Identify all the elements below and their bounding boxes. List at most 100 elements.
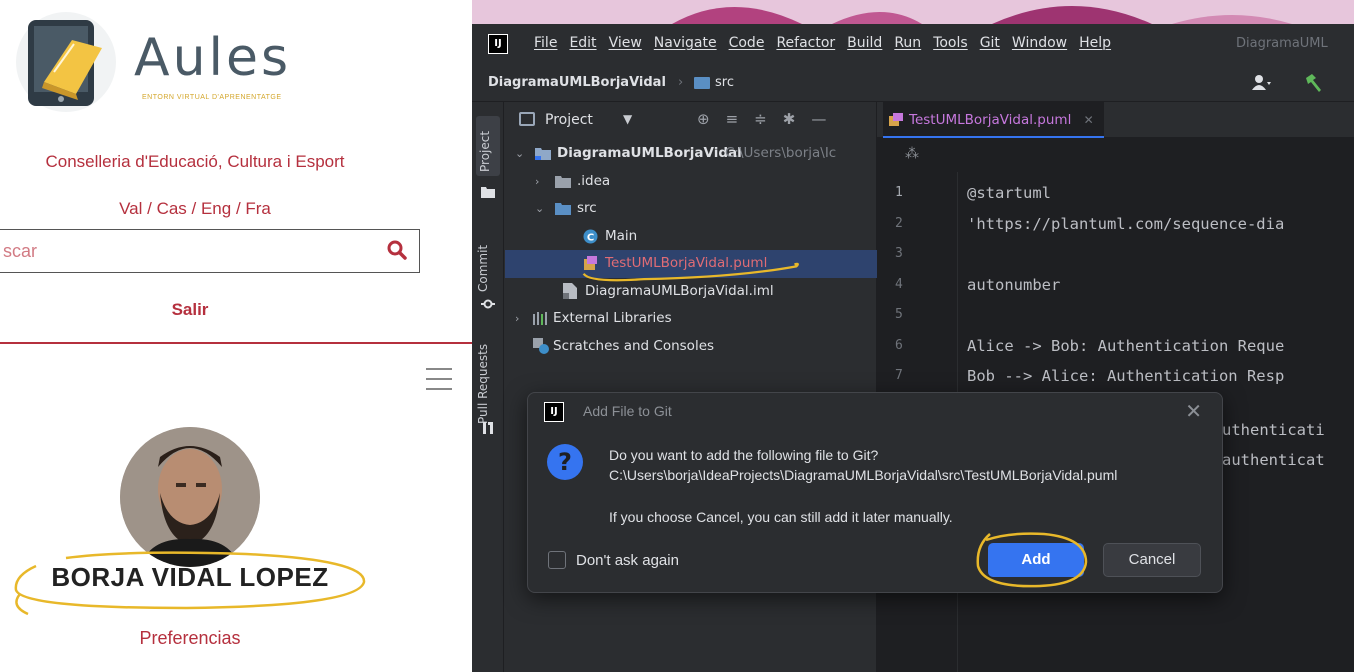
user-photo bbox=[120, 427, 260, 567]
aules-page: Aules ENTORN VIRTUAL D'APRENENTATGE Cons… bbox=[0, 0, 472, 672]
svg-text:C: C bbox=[587, 232, 594, 243]
editor-tab-bar: TestUMLBorjaVidal.puml ✕ bbox=[877, 102, 1354, 138]
tree-label-idea: .idea bbox=[577, 172, 611, 189]
tree-label-scratches: Scratches and Consoles bbox=[553, 337, 715, 354]
intellij-logo-icon: IJ bbox=[544, 402, 564, 422]
window-title: DiagramaUML bbox=[1236, 36, 1328, 51]
tree-item-src[interactable]: ⌄ src bbox=[505, 195, 877, 223]
line-number: 1 bbox=[895, 185, 903, 200]
menu-refactor[interactable]: Refactor bbox=[776, 35, 835, 51]
add-file-to-git-dialog: IJ Add File to Git ✕ ? Do you want to ad… bbox=[527, 392, 1223, 593]
cancel-button[interactable]: Cancel bbox=[1103, 543, 1201, 577]
menu-edit[interactable]: Edit bbox=[569, 35, 596, 51]
breadcrumb-folder[interactable]: src bbox=[715, 75, 734, 90]
search-icon[interactable] bbox=[387, 240, 407, 260]
language-selector[interactable]: Val / Cas / Eng / Fra bbox=[0, 199, 390, 219]
add-button[interactable]: Add bbox=[988, 543, 1084, 577]
menu-tools[interactable]: Tools bbox=[933, 35, 968, 51]
tree-item-main[interactable]: C Main bbox=[505, 223, 877, 251]
search-box bbox=[0, 229, 420, 273]
menu-window[interactable]: Window bbox=[1012, 35, 1067, 51]
tree-root-path: C:\Users\borja\Ic bbox=[725, 145, 837, 161]
code-overflow: uthenticati authenticat bbox=[1222, 415, 1325, 475]
gear-icon[interactable]: ✱ bbox=[783, 110, 796, 128]
java-class-icon: C bbox=[583, 229, 598, 243]
project-panel-header: Project ▼ ⊕ ≡ ≑ ✱ — bbox=[505, 102, 877, 138]
locate-icon[interactable]: ⊕ bbox=[697, 110, 710, 128]
minimize-icon[interactable]: — bbox=[811, 110, 826, 128]
chevron-right-icon[interactable]: › bbox=[515, 305, 519, 332]
divider bbox=[0, 342, 472, 344]
panel-title[interactable]: Project bbox=[545, 112, 593, 128]
dialog-file-path: C:\Users\borja\IdeaProjects\DiagramaUMLB… bbox=[609, 467, 1118, 483]
tree-label-iml: DiagramaUMLBorjaVidal.iml bbox=[585, 282, 774, 299]
user-name: BORJA VIDAL LOPEZ bbox=[51, 562, 329, 592]
dont-ask-again-checkbox[interactable] bbox=[548, 551, 566, 569]
close-icon[interactable]: ✕ bbox=[1084, 113, 1094, 127]
book-tablet-logo-icon bbox=[16, 12, 116, 112]
breadcrumb-project[interactable]: DiagramaUMLBorjaVidal bbox=[488, 75, 666, 90]
breadcrumb: DiagramaUMLBorjaVidal › src bbox=[472, 64, 1354, 102]
dont-ask-again-label[interactable]: Don't ask again bbox=[576, 552, 679, 569]
scratches-icon bbox=[533, 337, 549, 354]
line-number: 5 bbox=[895, 307, 903, 322]
tool-window-strip: Project Commit Pull Requests bbox=[472, 102, 504, 672]
desktop-background bbox=[472, 0, 1354, 24]
editor-tab-puml[interactable]: TestUMLBorjaVidal.puml ✕ bbox=[883, 102, 1104, 138]
intellij-logo-icon[interactable]: IJ bbox=[488, 34, 508, 54]
user-dropdown-icon[interactable] bbox=[1252, 74, 1272, 92]
close-icon[interactable]: ✕ bbox=[1185, 399, 1202, 424]
logout-link[interactable]: Salir bbox=[0, 300, 380, 320]
commit-icon bbox=[481, 299, 495, 309]
code-line: 'https://plantuml.com/sequence-dia bbox=[967, 214, 1285, 233]
menu-help[interactable]: Help bbox=[1079, 35, 1111, 51]
menu-run[interactable]: Run bbox=[894, 35, 921, 51]
folder-icon bbox=[481, 187, 495, 198]
module-file-icon bbox=[563, 282, 577, 299]
line-number-gutter: 1 2 3 4 5 6 7 bbox=[877, 178, 953, 392]
aules-logo[interactable]: Aules ENTORN VIRTUAL D'APRENENTATGE bbox=[14, 10, 334, 114]
plantuml-file-icon bbox=[889, 113, 903, 126]
menu-code[interactable]: Code bbox=[729, 35, 765, 51]
preferences-link[interactable]: Preferencias bbox=[0, 628, 380, 649]
menu-view[interactable]: View bbox=[609, 35, 642, 51]
tree-item-scratches[interactable]: Scratches and Consoles bbox=[505, 333, 877, 361]
dialog-title: Add File to Git bbox=[583, 403, 672, 419]
expand-all-icon[interactable]: ≡ bbox=[726, 110, 739, 128]
tab-commit[interactable]: Commit bbox=[476, 212, 500, 292]
tree-item-iml[interactable]: DiagramaUMLBorjaVidal.iml bbox=[505, 278, 877, 306]
collapse-all-icon[interactable]: ≑ bbox=[754, 110, 767, 128]
chevron-down-icon[interactable]: ⌄ bbox=[535, 195, 544, 222]
tree-item-puml[interactable]: TestUMLBorjaVidal.puml bbox=[505, 250, 877, 278]
conselleria-link[interactable]: Conselleria d'Educació, Cultura i Esport bbox=[0, 152, 390, 172]
menu-build[interactable]: Build bbox=[847, 35, 882, 51]
project-folder-icon bbox=[535, 148, 551, 160]
editor-toolbar: ⁂ bbox=[877, 138, 1354, 172]
line-number: 4 bbox=[895, 276, 903, 292]
tab-pull-requests[interactable]: Pull Requests bbox=[476, 324, 500, 424]
tree-item-external-libraries[interactable]: › External Libraries bbox=[505, 305, 877, 333]
search-input[interactable] bbox=[0, 230, 369, 272]
hamburger-menu-icon[interactable] bbox=[426, 368, 452, 390]
build-hammer-icon[interactable] bbox=[1302, 72, 1324, 94]
chevron-down-icon[interactable]: ⌄ bbox=[515, 140, 524, 167]
tab-project[interactable]: Project bbox=[476, 116, 500, 176]
code-fragment: uthenticati bbox=[1222, 421, 1325, 439]
tree-label-src: src bbox=[577, 200, 597, 216]
tree-item-root[interactable]: ⌄ DiagramaUMLBorjaVidal C:\Users\borja\I… bbox=[505, 140, 877, 168]
editor-tab-label: TestUMLBorjaVidal.puml bbox=[909, 112, 1072, 128]
chevron-right-icon[interactable]: › bbox=[535, 168, 539, 195]
chevron-down-icon[interactable]: ▼ bbox=[623, 112, 632, 126]
menu-file[interactable]: File bbox=[534, 35, 557, 51]
project-view-icon bbox=[519, 112, 535, 126]
code-fragment: authenticat bbox=[1222, 451, 1325, 469]
menu-git[interactable]: Git bbox=[980, 35, 1000, 51]
menu-navigate[interactable]: Navigate bbox=[654, 35, 717, 51]
tree-item-idea[interactable]: › .idea bbox=[505, 168, 877, 196]
breadcrumb-separator-icon: › bbox=[678, 75, 684, 90]
tree-label-external-libraries: External Libraries bbox=[553, 310, 672, 326]
tree-label-puml: TestUMLBorjaVidal.puml bbox=[605, 255, 768, 271]
dialog-note: If you choose Cancel, you can still add … bbox=[609, 509, 953, 525]
folder-icon bbox=[555, 175, 571, 188]
